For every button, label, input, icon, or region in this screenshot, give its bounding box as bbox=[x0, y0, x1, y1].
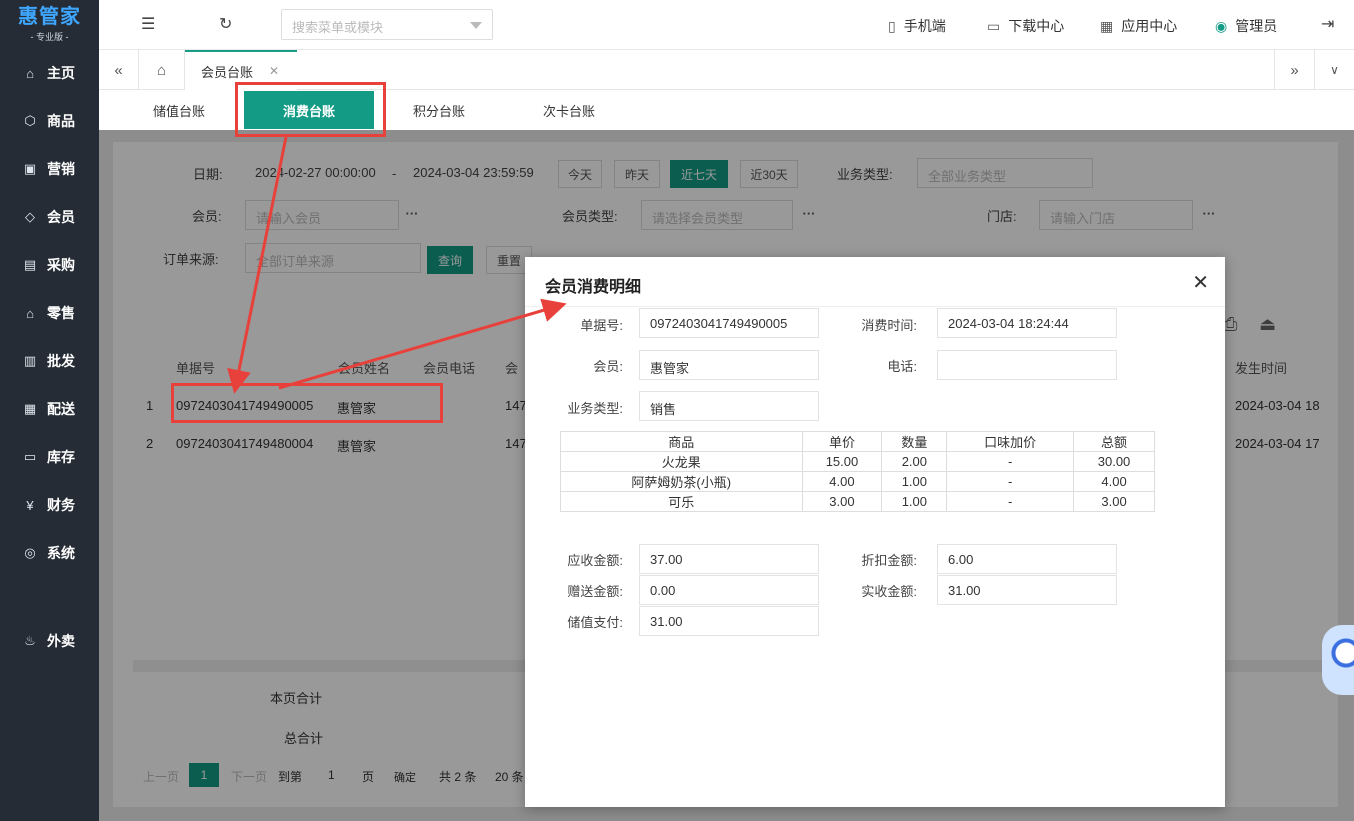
annotation-arrows bbox=[227, 136, 567, 394]
annotation-arrow-down bbox=[227, 136, 288, 394]
annotation-arrow-right bbox=[278, 298, 567, 390]
assistant-robot-icon[interactable] bbox=[1322, 625, 1354, 695]
